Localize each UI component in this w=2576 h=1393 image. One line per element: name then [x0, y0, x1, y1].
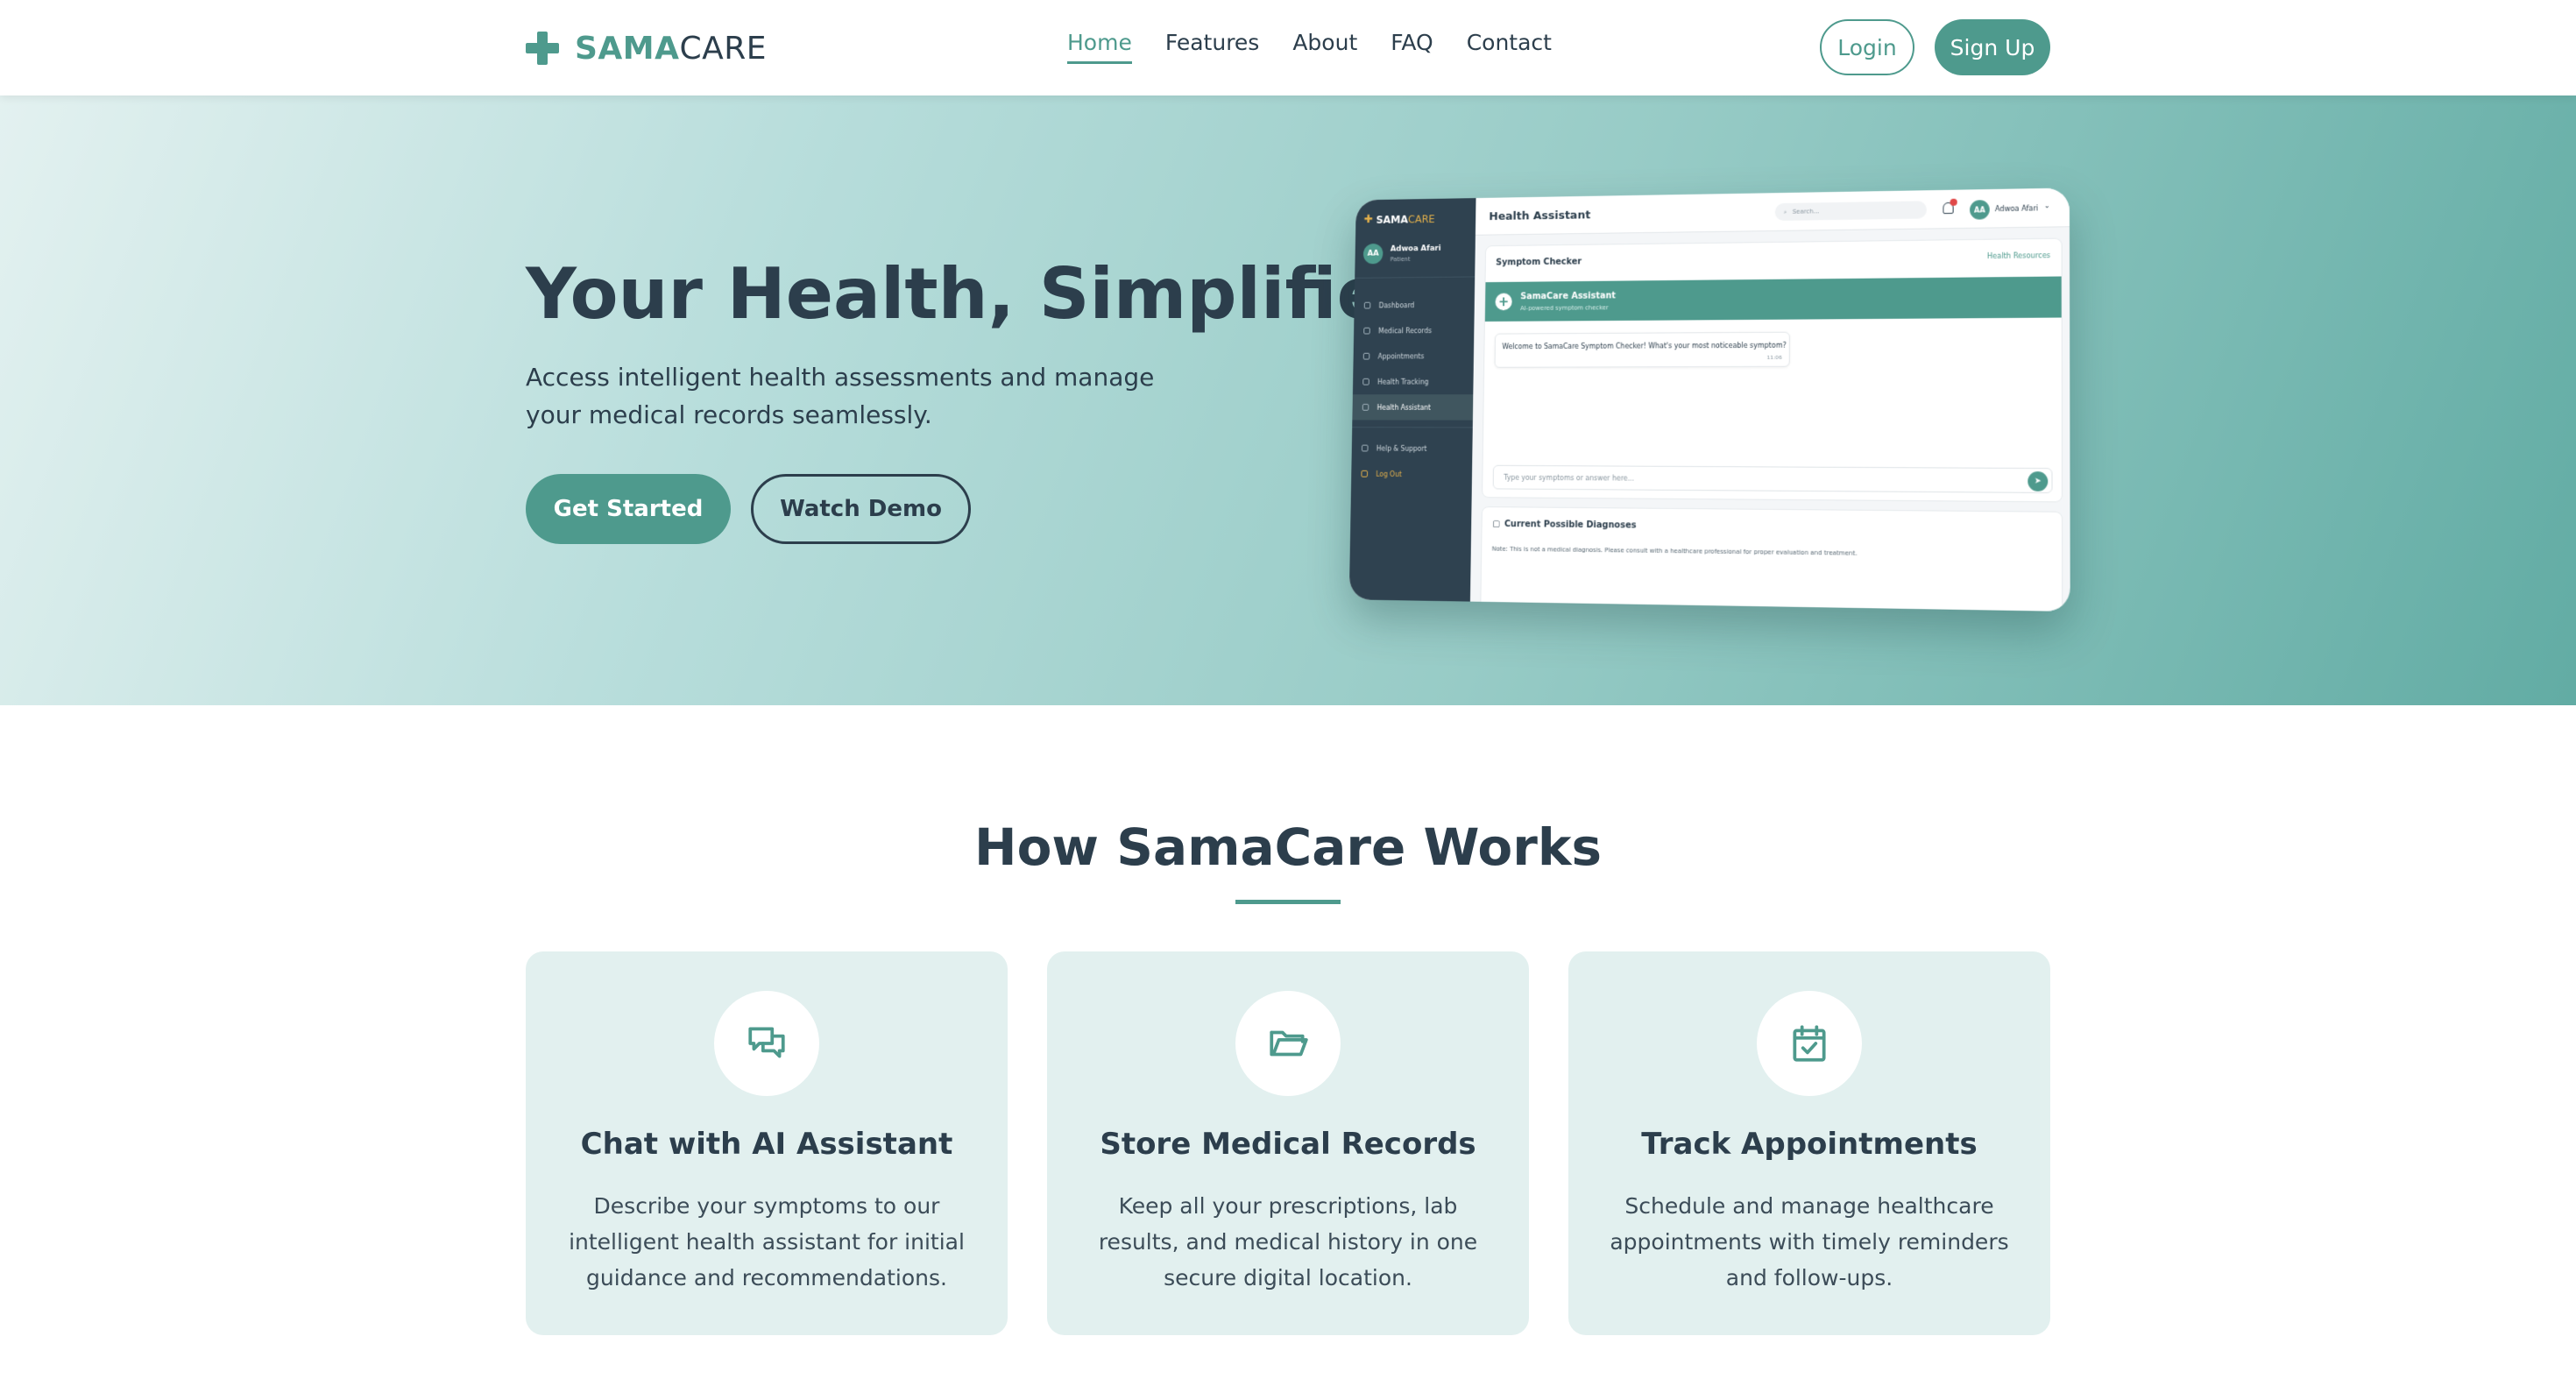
feature-description: Keep all your prescriptions, lab results…: [1086, 1188, 1490, 1296]
mockup-user-profile: AA Adwoa Afari Patient: [1363, 243, 1441, 264]
nav-links: Home Features About FAQ Contact: [1067, 30, 1552, 64]
folder-icon: [1363, 328, 1370, 335]
app-preview-mockup: ✚ SAMA CARE AA Adwoa Afari Patient Dashboa…: [1338, 193, 2063, 613]
help-icon: [1362, 445, 1369, 452]
sidebar-item-logout: Log Out: [1351, 461, 1472, 487]
folder-open-icon: [1235, 991, 1341, 1096]
divider: [1355, 276, 1475, 278]
sidebar-item-appointments: Appointments: [1353, 343, 1474, 369]
hero-title: Your Health, Simplified: [526, 253, 1434, 335]
symptom-checker-card: Symptom Checker Health Resources + SamaC…: [1482, 238, 2063, 503]
logout-icon: [1361, 470, 1368, 477]
chart-icon: [1362, 378, 1369, 385]
diagnoses-note: Note: This is not a medical diagnosis. P…: [1492, 546, 1858, 557]
feature-title: Chat with AI Assistant: [526, 1127, 1008, 1162]
nav-link-contact[interactable]: Contact: [1467, 30, 1552, 64]
chat-bubbles-icon: [714, 991, 819, 1096]
nav-link-about[interactable]: About: [1292, 30, 1357, 64]
watch-demo-button[interactable]: Watch Demo: [751, 474, 971, 544]
chat-message-text: Welcome to SamaCare Symptom Checker! Wha…: [1502, 342, 1786, 350]
mockup-search: ⌕ Search...: [1775, 201, 1927, 221]
assistant-header: + SamaCare Assistant AI-powered symptom …: [1485, 276, 2062, 322]
feature-description: Describe your symptoms to our intelligen…: [565, 1188, 968, 1296]
hero-section: Your Health, Simplified Access intellige…: [0, 95, 2576, 705]
feature-title: Track Appointments: [1568, 1127, 2050, 1162]
feature-description: Schedule and manage healthcare appointme…: [1608, 1188, 2011, 1296]
nav-link-faq[interactable]: FAQ: [1391, 30, 1433, 64]
nav-link-home[interactable]: Home: [1067, 30, 1132, 64]
send-icon: ➤: [2028, 471, 2048, 491]
login-button[interactable]: Login: [1820, 19, 1914, 75]
divider: [1352, 427, 1473, 428]
search-icon: ⌕: [1784, 208, 1787, 216]
mockup-page-title: Health Assistant: [1489, 209, 1590, 223]
avatar: AA: [1363, 244, 1384, 264]
feature-card-appointments: Track Appointments Schedule and manage h…: [1568, 951, 2050, 1335]
card-title: Symptom Checker: [1496, 258, 1582, 268]
mockup-menu: Dashboard Medical Records Appointments H…: [1352, 292, 1475, 421]
sidebar-item-health-tracking: Health Tracking: [1353, 369, 1474, 394]
plus-icon: +: [1495, 293, 1511, 311]
mockup-logo: ✚ SAMA CARE: [1364, 212, 1435, 226]
health-resources-link: Health Resources: [1987, 251, 2050, 260]
diagnoses-card: ▢ Current Possible Diagnoses Note: This i…: [1480, 506, 2063, 612]
assistant-subtitle: AI-powered symptom checker: [1520, 304, 1609, 312]
mockup-user-role: Patient: [1391, 255, 1441, 262]
nav-link-features[interactable]: Features: [1165, 30, 1260, 64]
feature-card-records: Store Medical Records Keep all your pres…: [1047, 951, 1529, 1335]
avatar: AA: [1970, 200, 1990, 220]
mockup-topbar-user-name: Adwoa Afari: [1995, 204, 2038, 213]
mockup-sidebar: ✚ SAMA CARE AA Adwoa Afari Patient Dashboa…: [1349, 198, 1476, 602]
chat-message-time: 11:06: [1766, 355, 1781, 361]
calendar-check-icon: [1757, 991, 1862, 1096]
signup-button[interactable]: Sign Up: [1935, 19, 2050, 75]
chat-icon: [1362, 404, 1369, 411]
feature-card-chat: Chat with AI Assistant Describe your sym…: [526, 951, 1008, 1335]
symptom-input-placeholder: Type your symptoms or answer here...: [1504, 474, 1634, 483]
clipboard-icon: ▢: [1492, 520, 1500, 529]
title-underline: [1235, 900, 1341, 904]
medical-cross-icon: ✚: [1364, 213, 1373, 226]
home-icon: [1364, 302, 1371, 309]
assistant-name: SamaCare Assistant: [1520, 291, 1616, 301]
diagnoses-title: ▢ Current Possible Diagnoses: [1492, 520, 1637, 531]
sidebar-item-health-assistant: Health Assistant: [1352, 394, 1473, 420]
chevron-down-icon: ⌄: [2044, 202, 2050, 209]
medical-cross-icon: [526, 32, 559, 65]
feature-title: Store Medical Records: [1047, 1127, 1529, 1162]
mockup-topbar: Health Assistant ⌕ Search... AA Adwoa Afa…: [1476, 187, 2070, 235]
chat-message: Welcome to SamaCare Symptom Checker! Wha…: [1495, 332, 1790, 368]
symptom-input: Type your symptoms or answer here... ➤: [1493, 465, 2053, 493]
sidebar-item-dashboard: Dashboard: [1354, 292, 1475, 318]
app-screenshot: ✚ SAMA CARE AA Adwoa Afari Patient Dashboa…: [1349, 187, 2070, 612]
notification-badge: [1950, 199, 1957, 206]
sidebar-item-medical-records: Medical Records: [1354, 317, 1475, 343]
mockup-menu-bottom: Help & Support Log Out: [1351, 435, 1473, 487]
section-title: How SamaCare Works: [0, 817, 2576, 877]
hero-subtitle: Access intelligent health assessments an…: [526, 358, 1192, 434]
sidebar-item-help: Help & Support: [1352, 435, 1473, 462]
brand-name: SAMACARE: [575, 31, 767, 67]
top-navbar: SAMACARE Home Features About FAQ Contact…: [0, 0, 2576, 95]
calendar-icon: [1363, 353, 1370, 360]
get-started-button[interactable]: Get Started: [526, 474, 731, 544]
brand-logo[interactable]: SAMACARE: [526, 26, 767, 70]
mockup-user-name: Adwoa Afari: [1391, 244, 1441, 253]
